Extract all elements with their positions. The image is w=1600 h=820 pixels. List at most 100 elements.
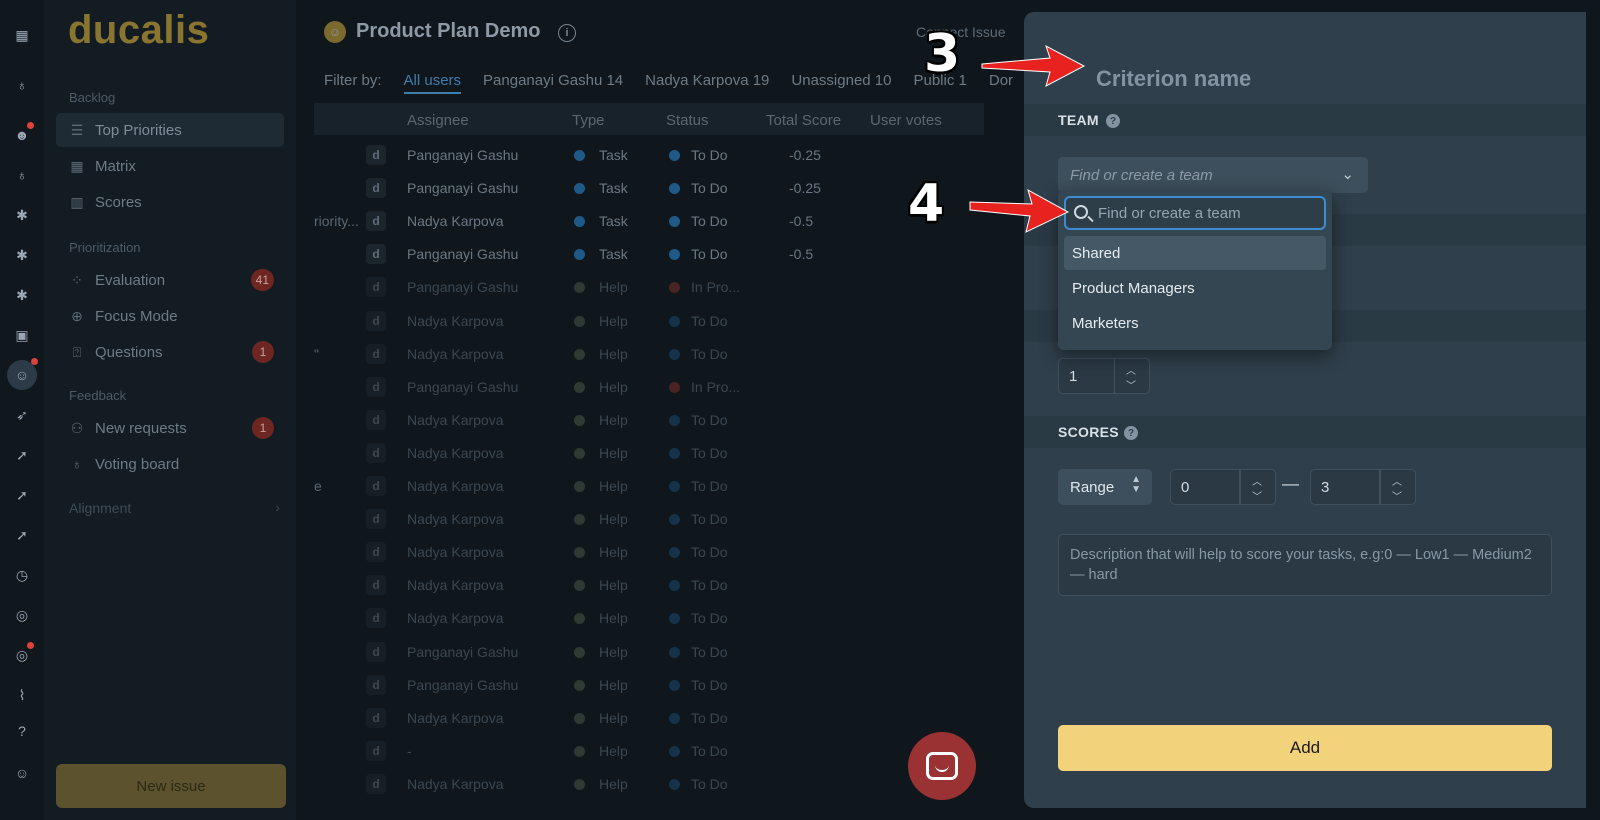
target-icon[interactable]: ◎ — [11, 642, 34, 666]
column-header-status[interactable]: Status — [666, 112, 709, 129]
column-header-user-votes[interactable]: User votes — [870, 112, 942, 129]
filter-panganayi-gashu[interactable]: Panganayi Gashu 14 — [483, 72, 623, 94]
filter-nadya-karpova[interactable]: Nadya Karpova 19 — [645, 72, 769, 94]
sidebar-item-new-requests[interactable]: ⚇ New requests 1 — [56, 411, 284, 445]
chevron-up-icon[interactable]: ︿ — [1392, 473, 1402, 488]
nerd-face-icon[interactable]: ☺ — [7, 358, 38, 390]
rocket-icon[interactable]: ➚ — [11, 524, 33, 546]
sidebar-item-alignment[interactable]: Alignment › — [69, 499, 284, 516]
table-row[interactable]: d Nadya Karpova Help To Do — [314, 601, 984, 634]
table-row[interactable]: d Nadya Karpova Help To Do — [314, 502, 984, 535]
chevron-down-icon[interactable]: ﹀ — [1252, 488, 1262, 503]
sidebar-item-top-priorities[interactable]: ☰ Top Priorities — [56, 113, 284, 147]
table-row[interactable]: riority... d Nadya Karpova Task To Do -0.5 — [314, 204, 984, 237]
chat-widget-button[interactable] — [908, 732, 976, 800]
chevron-up-icon[interactable]: ︿ — [1126, 362, 1136, 377]
list-icon: ☰ — [70, 121, 84, 138]
table-row[interactable]: d Panganayi Gashu Help To Do — [314, 668, 984, 701]
filter-unassigned[interactable]: Unassigned 10 — [791, 72, 891, 94]
table-row[interactable]: d Nadya Karpova Help To Do — [314, 767, 984, 800]
table-row[interactable]: d Panganayi Gashu Help In Pro... — [314, 270, 984, 303]
range-min-stepper[interactable]: ︿ ﹀ — [1240, 469, 1276, 505]
team-option-product-managers[interactable]: Product Managers — [1064, 271, 1326, 305]
annotation-arrow-3 — [981, 44, 1086, 87]
chevron-up-icon[interactable]: ︿ — [1252, 473, 1262, 488]
sidebar-item-questions[interactable]: ⍰ Questions 1 — [56, 335, 284, 369]
range-max-stepper[interactable]: ︿ ﹀ — [1380, 469, 1416, 505]
sidebar-item-matrix[interactable]: ▦ Matrix — [56, 149, 284, 183]
table-row[interactable]: d Nadya Karpova Help To Do — [314, 403, 984, 436]
rocket-icon[interactable]: ➚ — [11, 444, 33, 466]
new-issue-button[interactable]: New issue — [56, 764, 286, 808]
team-search-input[interactable]: Find or create a team — [1064, 196, 1326, 230]
table-row[interactable]: d Nadya Karpova Help To Do — [314, 304, 984, 337]
section-label-alignment: Alignment — [69, 500, 132, 516]
status-cell: To Do — [691, 180, 728, 197]
table-row[interactable]: d Panganayi Gashu Task To Do -0.5 — [314, 237, 984, 270]
monster-icon[interactable]: ✱ — [11, 204, 33, 226]
status-dot-icon — [669, 348, 680, 360]
type-cell: Help — [599, 511, 628, 528]
table-row[interactable]: e d Nadya Karpova Help To Do — [314, 469, 984, 502]
calendar-icon[interactable]: ▣ — [11, 324, 33, 346]
weight-input[interactable]: 1 — [1058, 358, 1115, 394]
assignee-cell: Panganayi Gashu — [407, 147, 519, 163]
type-dot-icon — [574, 348, 585, 360]
monster-icon[interactable]: ✱ — [11, 244, 33, 266]
emoji-face-icon[interactable]: ☻ — [11, 122, 34, 146]
add-button[interactable]: Add — [1058, 725, 1552, 771]
app-logo[interactable]: ducalis — [68, 8, 209, 53]
bulb-icon[interactable]: ♁ — [11, 74, 33, 96]
sort-arrows-icon: ▲ ▼ — [1131, 474, 1141, 495]
team-option-shared[interactable]: Shared — [1064, 236, 1326, 270]
table-row[interactable]: d Nadya Karpova Help To Do — [314, 568, 984, 601]
info-icon[interactable]: i — [558, 24, 576, 42]
sidebar-item-scores[interactable]: ▥ Scores — [56, 185, 284, 219]
rocket-icon[interactable]: ➚ — [11, 484, 33, 506]
description-textarea[interactable]: Description that will help to score your… — [1058, 534, 1552, 596]
bulb-icon[interactable]: ♁ — [11, 164, 33, 186]
column-header-total-score[interactable]: Total Score — [766, 112, 841, 129]
range-min-input[interactable]: 0 — [1170, 469, 1240, 505]
range-max-input[interactable]: 3 — [1310, 469, 1380, 505]
table-row[interactable]: d Panganayi Gashu Task To Do -0.25 — [314, 138, 984, 171]
status-cell: To Do — [691, 213, 728, 230]
sidebar-item-evaluation[interactable]: ⁘ Evaluation 41 — [56, 263, 284, 297]
runner-icon[interactable]: ➶ — [11, 404, 33, 426]
chevron-down-icon[interactable]: ﹀ — [1126, 377, 1136, 392]
sidebar-item-voting-board[interactable]: ♁ Voting board — [56, 447, 284, 481]
table-row[interactable]: d Panganayi Gashu Task To Do -0.25 — [314, 171, 984, 204]
status-dot-icon — [669, 183, 680, 195]
help-icon[interactable]: ? — [11, 720, 33, 742]
range-separator: — — [1282, 474, 1299, 493]
filter-all-users[interactable]: All users — [403, 72, 462, 94]
target-icon[interactable]: ◎ — [11, 604, 33, 626]
table-row[interactable]: d Nadya Karpova Help To Do — [314, 701, 984, 734]
scores-mode-select[interactable]: Range ▲ ▼ — [1058, 469, 1152, 505]
column-header-assignee[interactable]: Assignee — [407, 112, 469, 129]
assignee-cell: Nadya Karpova — [407, 577, 504, 594]
column-header-type[interactable]: Type — [572, 112, 605, 129]
avatar-icon[interactable]: ☺ — [11, 762, 33, 784]
grid-icon[interactable]: ▦ — [11, 24, 33, 46]
monster-icon[interactable]: ✱ — [11, 284, 33, 306]
type-dot-icon — [574, 613, 585, 625]
table-row[interactable]: d - Help To Do — [314, 734, 984, 767]
table-row[interactable]: d Nadya Karpova Help To Do — [314, 436, 984, 469]
table-row[interactable]: d Nadya Karpova Help To Do — [314, 535, 984, 568]
help-icon[interactable]: ? — [1106, 114, 1120, 128]
sidebar-item-focus-mode[interactable]: ⊕ Focus Mode — [56, 299, 284, 333]
table-row[interactable]: d Panganayi Gashu Help To Do — [314, 635, 984, 668]
table-row[interactable]: d Panganayi Gashu Help In Pro... — [314, 370, 984, 403]
chevron-down-icon[interactable]: ﹀ — [1392, 488, 1402, 503]
help-icon[interactable]: ? — [1124, 426, 1138, 440]
clock-icon[interactable]: ◷ — [11, 564, 33, 586]
criterion-name-input[interactable]: Criterion name — [1096, 66, 1251, 92]
chart-icon[interactable]: ⌇ — [11, 684, 33, 706]
status-dot-icon — [669, 150, 680, 161]
team-option-marketers[interactable]: Marketers — [1064, 306, 1326, 340]
weight-stepper[interactable]: ︿ ﹀ — [1114, 358, 1150, 394]
type-cell: Help — [599, 643, 628, 660]
team-select[interactable]: Find or create a team ⌄ — [1058, 157, 1368, 193]
table-row[interactable]: " d Nadya Karpova Help To Do — [314, 337, 984, 370]
